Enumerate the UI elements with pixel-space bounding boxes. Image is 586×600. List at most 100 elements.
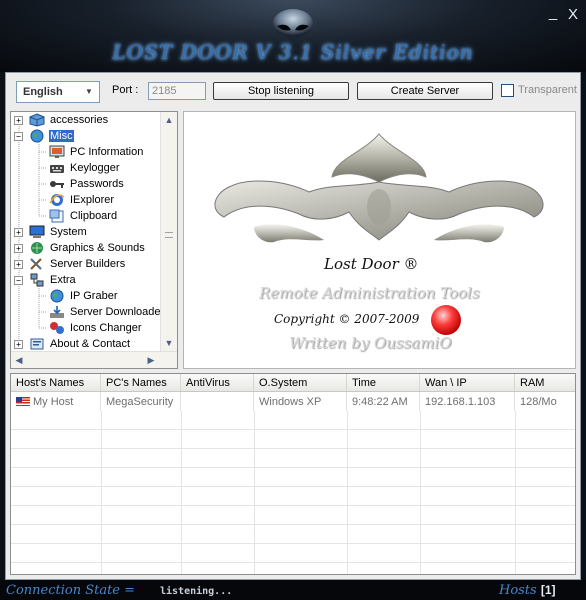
collapse-icon[interactable]: − [14, 131, 23, 141]
feature-tree[interactable]: + accessories − Misc PC Information Keyl… [10, 111, 178, 369]
tree-item-label: Extra [50, 274, 76, 286]
minimize-button[interactable]: _ [545, 4, 561, 21]
tools-icon [30, 258, 42, 270]
splash-copyright: Copyright © 2007-2009 [274, 312, 420, 326]
tree-item-extra[interactable]: − Extra [14, 272, 77, 288]
column-header-antivirus[interactable]: AntiVirus [181, 374, 254, 391]
cell-host-name: My Host [11, 392, 101, 411]
tree-item-pc-information[interactable]: PC Information [49, 144, 144, 160]
tree-item-label: Graphics & Sounds [50, 242, 145, 254]
connection-state-label: Connection State = [6, 583, 136, 598]
stop-listening-button[interactable]: Stop listening [213, 82, 349, 100]
computer-icon [29, 225, 45, 238]
toolbar: English ▼ Port : 2185 Stop listening Cre… [10, 75, 577, 105]
cell-time: 9:48:22 AM [347, 392, 420, 411]
cell-pc-name: MegaSecurity [101, 392, 181, 411]
column-header-os[interactable]: O.System [254, 374, 347, 391]
cell-antivirus [181, 392, 254, 411]
column-header-pc-names[interactable]: PC's Names [101, 374, 181, 391]
transparent-label: Transparent [518, 84, 577, 96]
icons-icon [50, 322, 64, 334]
tree-item-label: Server Downloader [70, 306, 165, 318]
globe-icon [50, 289, 64, 303]
splash-title: Lost Door ® [324, 255, 419, 273]
splash-panel: Lost Door ® Remote Administration Tools … [183, 111, 576, 369]
table-header: Host's Names PC's Names AntiVirus O.Syst… [11, 374, 575, 392]
window-title: LOST DOOR V 3.1 Silver Edition [112, 40, 474, 64]
tree-item-iexplorer[interactable]: IExplorer [49, 192, 115, 208]
scroll-left-icon[interactable]: ◀ [11, 352, 27, 368]
clipboard-icon [49, 209, 64, 223]
tree-item-accessories[interactable]: + accessories [14, 112, 109, 128]
transparent-checkbox[interactable] [501, 84, 514, 97]
globe-icon [30, 129, 44, 143]
tree-item-misc[interactable]: − Misc [14, 128, 74, 144]
tree-item-icons-changer[interactable]: Icons Changer [49, 320, 143, 336]
splash-subtitle: Remote Administration Tools [259, 284, 480, 302]
expand-icon[interactable]: + [14, 243, 23, 253]
tree-item-label: accessories [50, 114, 109, 126]
tree-vertical-scrollbar[interactable]: ▲ ▼ [160, 112, 177, 352]
download-icon [50, 306, 64, 318]
column-header-wan-ip[interactable]: Wan \ IP [420, 374, 515, 391]
tree-item-label: Misc [49, 130, 74, 142]
scroll-up-icon[interactable]: ▲ [161, 112, 177, 129]
cube-icon [29, 113, 45, 127]
tree-item-label: Server Builders [50, 258, 126, 270]
key-icon [50, 181, 64, 188]
column-header-ram[interactable]: RAM [515, 374, 575, 391]
scroll-down-icon[interactable]: ▼ [161, 335, 177, 352]
red-orb-icon [431, 305, 461, 335]
cell-os: Windows XP [254, 392, 347, 411]
hosts-counter: Hosts [1] [499, 583, 556, 598]
create-server-button[interactable]: Create Server [357, 82, 493, 100]
column-header-time[interactable]: Time [347, 374, 420, 391]
tree-item-server-downloader[interactable]: Server Downloader [49, 304, 165, 320]
table-gridlines [11, 411, 575, 574]
cell-wan-ip: 192.168.1.103 [420, 392, 515, 411]
tree-item-label: Clipboard [70, 210, 118, 222]
expand-icon[interactable]: + [14, 259, 23, 269]
expand-icon[interactable]: + [14, 339, 23, 349]
scroll-grip-icon[interactable] [165, 232, 173, 238]
lost-door-logo-icon [214, 133, 544, 243]
tree-item-clipboard[interactable]: Clipboard [49, 208, 118, 224]
chevron-down-icon[interactable]: ▼ [82, 85, 96, 99]
tree-horizontal-scrollbar[interactable]: ◀ ▶ [11, 351, 177, 368]
language-select[interactable]: English ▼ [16, 81, 100, 103]
tree-item-passwords[interactable]: Passwords [49, 176, 125, 192]
hosts-label: Hosts [499, 583, 537, 598]
tree-item-label: IExplorer [70, 194, 115, 206]
connection-state-value: listening... [160, 586, 233, 597]
tree-item-about-contact[interactable]: + About & Contact [14, 336, 131, 352]
tree-item-system[interactable]: + System [14, 224, 88, 240]
hosts-table[interactable]: Host's Names PC's Names AntiVirus O.Syst… [10, 373, 576, 575]
cell-text: My Host [33, 396, 74, 408]
tree-item-keylogger[interactable]: Keylogger [49, 160, 121, 176]
collapse-icon[interactable]: − [14, 275, 23, 285]
table-row[interactable]: My Host MegaSecurity Windows XP 9:48:22 … [11, 392, 575, 411]
scroll-right-icon[interactable]: ▶ [143, 352, 159, 368]
tree-item-label: Passwords [70, 178, 124, 190]
status-bar: Connection State = listening... Hosts [1… [0, 580, 586, 600]
tree-item-ip-graber[interactable]: IP Graber [49, 288, 119, 304]
graphics-icon [31, 242, 43, 254]
tree-item-label: Icons Changer [70, 322, 142, 334]
port-label: Port : [112, 84, 139, 96]
explorer-icon [49, 194, 65, 206]
tree-item-server-builders[interactable]: + Server Builders [14, 256, 126, 272]
monitor-icon [49, 145, 65, 158]
alien-skull-icon [273, 9, 313, 40]
tree-item-label: PC Information [70, 146, 144, 158]
port-input[interactable]: 2185 [148, 82, 206, 100]
expand-icon[interactable]: + [14, 227, 23, 237]
expand-icon[interactable]: + [14, 115, 23, 125]
tree-item-graphics-sounds[interactable]: + Graphics & Sounds [14, 240, 146, 256]
column-header-host-names[interactable]: Host's Names [11, 374, 101, 391]
close-button[interactable]: X [565, 6, 581, 23]
language-value: English [23, 86, 63, 98]
cell-ram: 128/Mo [520, 396, 557, 408]
splash-author: Written by OussamiO [289, 334, 452, 352]
us-flag-icon [16, 397, 30, 406]
title-bar[interactable]: LOST DOOR V 3.1 Silver Edition _ X [0, 0, 586, 72]
